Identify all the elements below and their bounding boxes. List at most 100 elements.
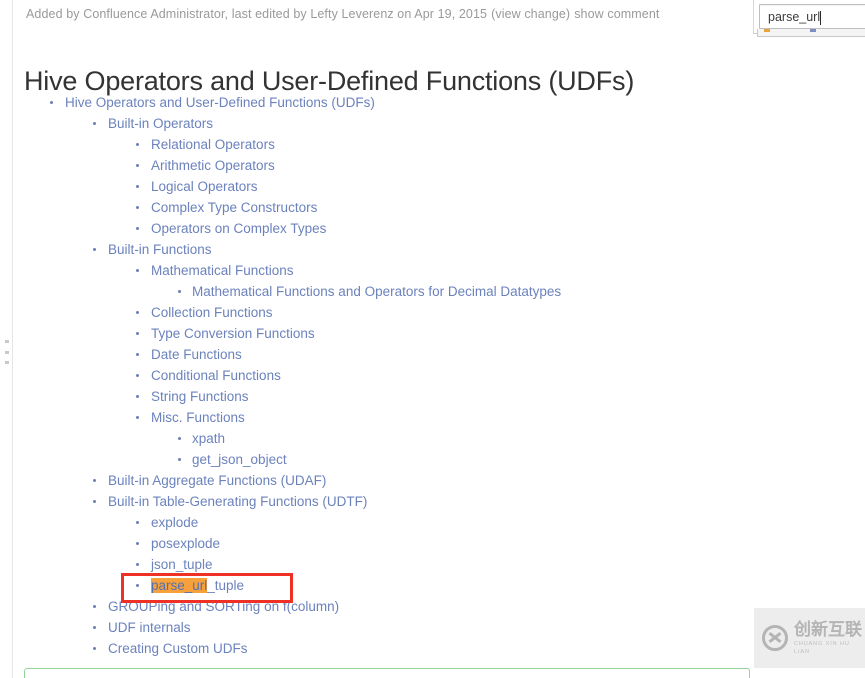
toc-item[interactable]: Mathematical Functions and Operators for…: [0, 281, 760, 302]
search-suggestions-dropdown[interactable]: [757, 29, 865, 37]
search-match-highlight: parse_url: [151, 578, 208, 593]
toc-item[interactable]: xpath: [0, 428, 760, 449]
toc-item[interactable]: UDF internals: [0, 617, 760, 638]
watermark: 创新互联 CHUANG XIN HU LIAN: [754, 608, 865, 668]
toc-link[interactable]: Mathematical Functions: [151, 260, 294, 281]
toc-item[interactable]: Built-in Functions: [0, 239, 760, 260]
toc-link-rest: _tuple: [207, 578, 245, 593]
search-input[interactable]: parse_url: [759, 4, 865, 29]
bullet-icon: [136, 542, 139, 545]
toc-link[interactable]: posexplode: [151, 533, 220, 554]
toc-item[interactable]: Mathematical Functions: [0, 260, 760, 281]
bullet-icon: [136, 206, 139, 209]
bullet-icon: [93, 248, 96, 251]
toc-link[interactable]: Relational Operators: [151, 134, 275, 155]
toc-item[interactable]: json_tuple: [0, 554, 760, 575]
toc-link[interactable]: Complex Type Constructors: [151, 197, 317, 218]
toc-link[interactable]: Hive Operators and User-Defined Function…: [65, 92, 375, 113]
toc-link[interactable]: Misc. Functions: [151, 407, 245, 428]
toc-link[interactable]: Type Conversion Functions: [151, 323, 315, 344]
toc-link[interactable]: get_json_object: [192, 449, 287, 470]
bullet-icon: [136, 332, 139, 335]
toc-link[interactable]: Date Functions: [151, 344, 242, 365]
toc-link[interactable]: Mathematical Functions and Operators for…: [192, 281, 561, 302]
toc-item[interactable]: Date Functions: [0, 344, 760, 365]
bullet-icon: [178, 437, 181, 440]
toc-link[interactable]: xpath: [192, 428, 225, 449]
toc-item[interactable]: Complex Type Constructors: [0, 197, 760, 218]
suggestion-chip: [810, 29, 816, 32]
toc-item[interactable]: Built-in Operators: [0, 113, 760, 134]
toc-item[interactable]: parse_url_tuple: [0, 575, 760, 596]
watermark-pinyin: CHUANG XIN HU LIAN: [794, 640, 850, 655]
toc-link[interactable]: json_tuple: [151, 554, 213, 575]
toc-link[interactable]: Creating Custom UDFs: [108, 638, 248, 659]
toc-item[interactable]: Conditional Functions: [0, 365, 760, 386]
byline-text: Added by Confluence Administrator, last …: [26, 7, 488, 21]
info-panel: [24, 668, 750, 678]
bullet-icon: [136, 227, 139, 230]
bullet-icon: [136, 563, 139, 566]
bullet-icon: [93, 605, 96, 608]
bullet-icon: [136, 395, 139, 398]
view-change-link[interactable]: (view change): [491, 7, 570, 21]
suggestion-chip: [764, 29, 770, 32]
watermark-logo-icon: [762, 625, 788, 651]
search-widget: parse_url: [753, 0, 865, 37]
bullet-icon: [93, 500, 96, 503]
show-comment-link[interactable]: show comment: [574, 7, 659, 21]
bullet-icon: [50, 101, 53, 104]
bullet-icon: [136, 521, 139, 524]
toc-link[interactable]: parse_url_tuple: [151, 575, 244, 596]
toc-item[interactable]: get_json_object: [0, 449, 760, 470]
toc-link[interactable]: Conditional Functions: [151, 365, 281, 386]
toc-link[interactable]: Built-in Table-Generating Functions (UDT…: [108, 491, 367, 512]
toc-item[interactable]: Built-in Table-Generating Functions (UDT…: [0, 491, 760, 512]
toc-item[interactable]: Arithmetic Operators: [0, 155, 760, 176]
bullet-icon: [136, 143, 139, 146]
text-caret: [820, 11, 821, 25]
search-input-value: parse_url: [768, 10, 821, 24]
table-of-contents: Hive Operators and User-Defined Function…: [0, 92, 760, 659]
bullet-icon: [136, 353, 139, 356]
bullet-icon: [178, 458, 181, 461]
toc-link[interactable]: Built-in Operators: [108, 113, 213, 134]
toc-item[interactable]: Misc. Functions: [0, 407, 760, 428]
bullet-icon: [93, 479, 96, 482]
toc-link[interactable]: Built-in Aggregate Functions (UDAF): [108, 470, 326, 491]
bullet-icon: [136, 311, 139, 314]
bullet-icon: [93, 626, 96, 629]
bullet-icon: [93, 122, 96, 125]
bullet-icon: [136, 185, 139, 188]
toc-link[interactable]: Collection Functions: [151, 302, 273, 323]
toc-item[interactable]: explode: [0, 512, 760, 533]
bullet-icon: [136, 374, 139, 377]
watermark-text: 创新互联 CHUANG XIN HU LIAN: [794, 619, 865, 656]
toc-item[interactable]: String Functions: [0, 386, 760, 407]
toc-item[interactable]: Built-in Aggregate Functions (UDAF): [0, 470, 760, 491]
toc-link[interactable]: Logical Operators: [151, 176, 258, 197]
bullet-icon: [136, 584, 139, 587]
toc-link[interactable]: explode: [151, 512, 198, 533]
bullet-icon: [136, 416, 139, 419]
toc-link[interactable]: UDF internals: [108, 617, 191, 638]
byline: Added by Confluence Administrator, last …: [26, 7, 659, 21]
toc-link[interactable]: Operators on Complex Types: [151, 218, 326, 239]
toc-item[interactable]: Creating Custom UDFs: [0, 638, 760, 659]
toc-link[interactable]: Arithmetic Operators: [151, 155, 275, 176]
page-screen: Added by Confluence Administrator, last …: [0, 0, 865, 678]
toc-item[interactable]: Hive Operators and User-Defined Function…: [0, 92, 760, 113]
toc-item[interactable]: Logical Operators: [0, 176, 760, 197]
toc-item[interactable]: Collection Functions: [0, 302, 760, 323]
bullet-icon: [136, 164, 139, 167]
toc-link[interactable]: String Functions: [151, 386, 249, 407]
toc-link[interactable]: Built-in Functions: [108, 239, 212, 260]
toc-item[interactable]: posexplode: [0, 533, 760, 554]
toc-item[interactable]: Operators on Complex Types: [0, 218, 760, 239]
toc-item[interactable]: Relational Operators: [0, 134, 760, 155]
bullet-icon: [178, 290, 181, 293]
toc-link[interactable]: GROUPing and SORTing on f(column): [108, 596, 339, 617]
toc-item[interactable]: Type Conversion Functions: [0, 323, 760, 344]
watermark-cn: 创新互联: [794, 619, 862, 640]
toc-item[interactable]: GROUPing and SORTing on f(column): [0, 596, 760, 617]
